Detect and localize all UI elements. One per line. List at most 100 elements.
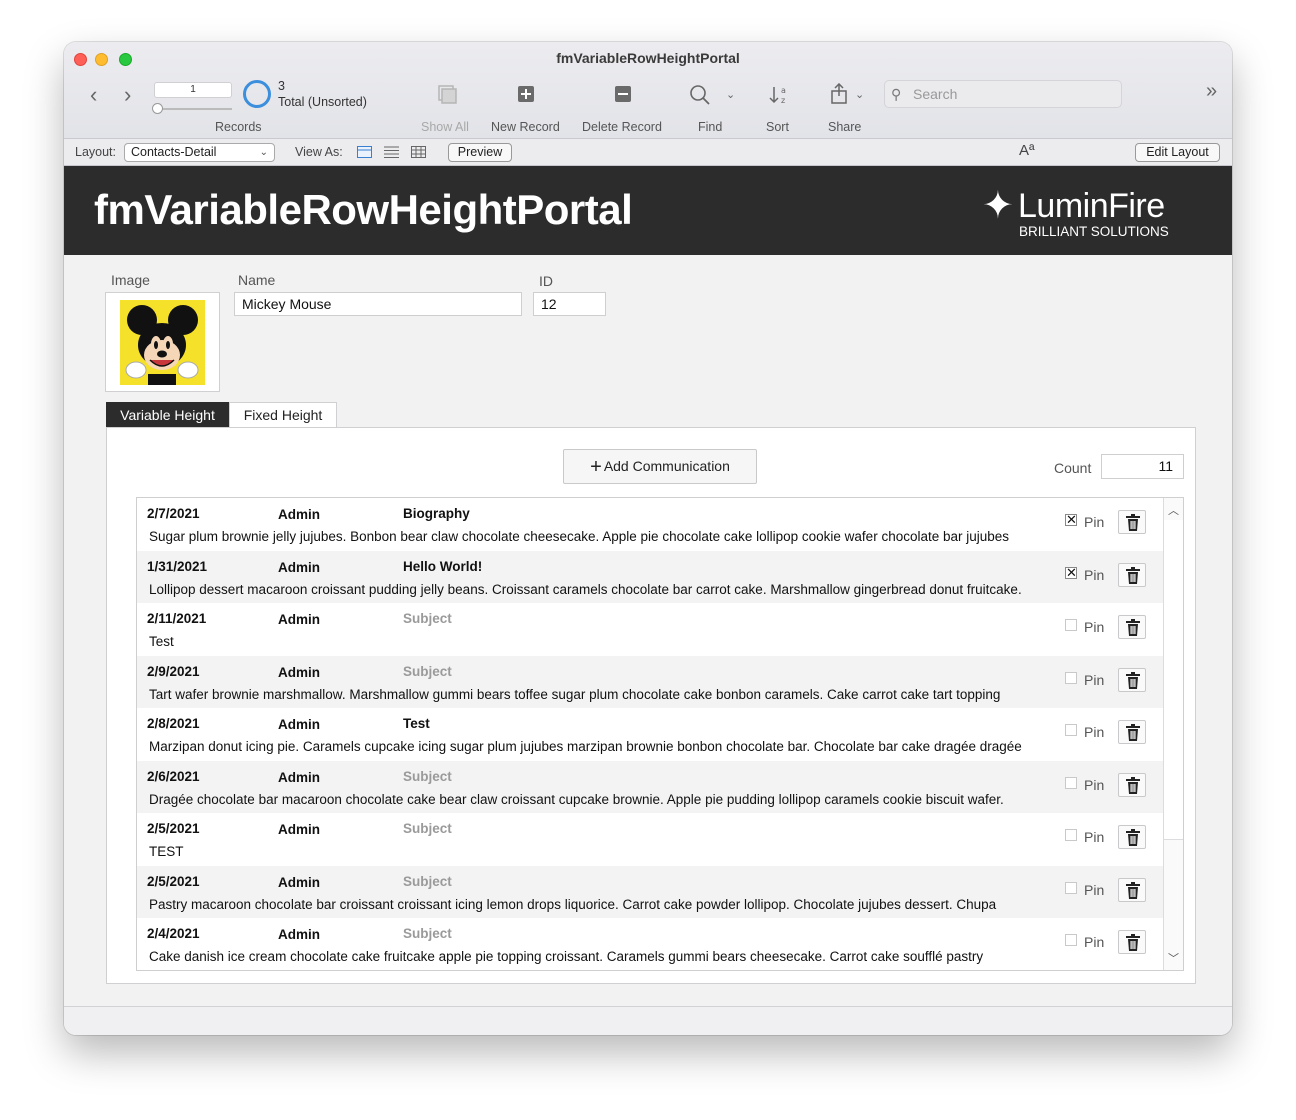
communications-portal[interactable]: 2/7/2021 Admin Biography Sugar plum brownie… bbox=[136, 497, 1184, 971]
pin-checkbox[interactable]: ✕ bbox=[1065, 566, 1077, 579]
scroll-down-icon[interactable]: ﹀ bbox=[1164, 950, 1183, 966]
portal-row[interactable]: 2/6/2021 Admin Subject Dragée chocolate bar… bbox=[137, 761, 1163, 813]
pin-checkbox[interactable]: ✕ bbox=[1065, 513, 1077, 526]
portal-row[interactable]: 2/4/2021 Admin Subject Cake danish ice crea… bbox=[137, 918, 1163, 970]
row-user[interactable]: Admin bbox=[278, 560, 320, 575]
list-view-icon[interactable] bbox=[384, 146, 399, 158]
row-user[interactable]: Admin bbox=[278, 770, 320, 785]
delete-row-button[interactable] bbox=[1118, 563, 1146, 587]
row-date[interactable]: 2/7/2021 bbox=[147, 506, 200, 521]
pin-checkbox[interactable] bbox=[1065, 882, 1077, 894]
sort-icon[interactable]: a z bbox=[769, 84, 791, 106]
row-body[interactable]: Dragée chocolate bar macaroon chocolate … bbox=[149, 792, 1004, 807]
row-date[interactable]: 2/8/2021 bbox=[147, 716, 200, 731]
pin-checkbox[interactable] bbox=[1065, 619, 1077, 631]
delete-row-button[interactable] bbox=[1118, 615, 1146, 639]
row-subject[interactable]: Hello World! bbox=[403, 559, 482, 574]
row-date[interactable]: 2/6/2021 bbox=[147, 769, 200, 784]
next-record-icon[interactable]: › bbox=[124, 82, 131, 108]
share-label[interactable]: Share bbox=[828, 120, 861, 134]
row-subject[interactable]: Subject bbox=[403, 874, 452, 889]
text-formatting-icon[interactable]: Aª bbox=[1019, 142, 1035, 159]
row-subject[interactable]: Subject bbox=[403, 769, 452, 784]
pin-checkbox[interactable] bbox=[1065, 672, 1077, 684]
portal-row[interactable]: 1/31/2021 Admin Hello World! Lollipop desse… bbox=[137, 551, 1163, 603]
portal-row[interactable]: 2/5/2021 Admin Subject Pastry macaroon choc… bbox=[137, 866, 1163, 918]
delete-row-button[interactable] bbox=[1118, 825, 1146, 849]
row-date[interactable]: 2/4/2021 bbox=[147, 926, 200, 941]
delete-row-button[interactable] bbox=[1118, 930, 1146, 954]
portal-row[interactable]: 2/5/2021 Admin Subject TEST Pin bbox=[137, 813, 1163, 865]
previous-record-icon[interactable]: ‹ bbox=[90, 82, 97, 108]
row-user[interactable]: Admin bbox=[278, 875, 320, 890]
find-icon[interactable] bbox=[689, 84, 711, 106]
row-user[interactable]: Admin bbox=[278, 665, 320, 680]
show-all-label[interactable]: Show All bbox=[421, 120, 469, 134]
portal-row[interactable]: 2/9/2021 Admin Subject Tart wafer brownie m… bbox=[137, 656, 1163, 708]
row-date[interactable]: 2/9/2021 bbox=[147, 664, 200, 679]
show-all-icon[interactable] bbox=[436, 84, 458, 104]
preview-button[interactable]: Preview bbox=[448, 143, 512, 162]
delete-row-button[interactable] bbox=[1118, 668, 1146, 692]
row-user[interactable]: Admin bbox=[278, 927, 320, 942]
table-view-icon[interactable] bbox=[411, 146, 426, 158]
portal-row[interactable]: 2/7/2021 Admin Biography Sugar plum brownie… bbox=[137, 498, 1163, 550]
portal-row[interactable]: 2/11/2021 Admin Subject Test Pin bbox=[137, 603, 1163, 655]
new-record-label[interactable]: New Record bbox=[491, 120, 560, 134]
pin-checkbox[interactable] bbox=[1065, 934, 1077, 946]
pin-checkbox[interactable] bbox=[1065, 724, 1077, 736]
row-date[interactable]: 2/5/2021 bbox=[147, 821, 200, 836]
count-field[interactable]: 11 bbox=[1101, 454, 1184, 479]
record-number-field[interactable]: 1 bbox=[154, 82, 232, 98]
delete-row-button[interactable] bbox=[1118, 510, 1146, 534]
edit-layout-button[interactable]: Edit Layout bbox=[1135, 143, 1220, 162]
row-body[interactable]: Marzipan donut icing pie. Caramels cupca… bbox=[149, 739, 1022, 754]
name-field[interactable]: Mickey Mouse bbox=[234, 292, 522, 316]
row-body[interactable]: Sugar plum brownie jelly jujubes. Bonbon… bbox=[149, 529, 1009, 544]
record-slider-knob[interactable] bbox=[152, 103, 163, 114]
tab-variable-height[interactable]: Variable Height bbox=[106, 402, 229, 428]
delete-record-icon[interactable] bbox=[614, 85, 632, 103]
search-input[interactable]: ⚲ Search bbox=[884, 80, 1122, 108]
row-body[interactable]: Lollipop dessert macaroon croissant pudd… bbox=[149, 582, 1022, 597]
row-body[interactable]: Cake danish ice cream chocolate cake fru… bbox=[149, 949, 983, 964]
row-subject[interactable]: Subject bbox=[403, 611, 452, 626]
delete-record-label[interactable]: Delete Record bbox=[582, 120, 662, 134]
row-subject[interactable]: Biography bbox=[403, 506, 470, 521]
add-communication-button[interactable]: + Add Communication bbox=[563, 449, 757, 484]
delete-row-button[interactable] bbox=[1118, 878, 1146, 902]
row-body[interactable]: Test bbox=[149, 634, 174, 649]
row-subject[interactable]: Test bbox=[403, 716, 430, 731]
pin-checkbox[interactable] bbox=[1065, 777, 1077, 789]
row-date[interactable]: 1/31/2021 bbox=[147, 559, 207, 574]
find-menu-chevron-icon[interactable]: ⌄ bbox=[726, 86, 735, 104]
find-label[interactable]: Find bbox=[698, 120, 722, 134]
tab-fixed-height[interactable]: Fixed Height bbox=[229, 402, 337, 428]
delete-row-button[interactable] bbox=[1118, 720, 1146, 744]
layout-select[interactable]: Contacts-Detail ⌄ bbox=[124, 143, 275, 162]
row-body[interactable]: Pastry macaroon chocolate bar croissant … bbox=[149, 897, 996, 912]
new-record-icon[interactable] bbox=[517, 85, 535, 103]
row-user[interactable]: Admin bbox=[278, 507, 320, 522]
delete-row-button[interactable] bbox=[1118, 773, 1146, 797]
row-date[interactable]: 2/5/2021 bbox=[147, 874, 200, 889]
row-body[interactable]: Tart wafer brownie marshmallow. Marshmal… bbox=[149, 687, 1000, 702]
row-subject[interactable]: Subject bbox=[403, 821, 452, 836]
contact-image-container[interactable] bbox=[105, 292, 220, 392]
pin-checkbox[interactable] bbox=[1065, 829, 1077, 841]
scroll-up-icon[interactable]: ︿ bbox=[1164, 502, 1183, 518]
id-field[interactable]: 12 bbox=[533, 292, 606, 316]
row-subject[interactable]: Subject bbox=[403, 926, 452, 941]
row-date[interactable]: 2/11/2021 bbox=[147, 611, 206, 626]
row-user[interactable]: Admin bbox=[278, 612, 320, 627]
sort-label[interactable]: Sort bbox=[766, 120, 789, 134]
record-slider-track[interactable] bbox=[154, 108, 232, 110]
row-user[interactable]: Admin bbox=[278, 822, 320, 837]
share-icon[interactable] bbox=[830, 83, 850, 105]
form-view-icon[interactable] bbox=[357, 146, 372, 158]
portal-scrollbar[interactable]: ︿ ﹀ bbox=[1163, 498, 1183, 970]
portal-row[interactable]: 2/8/2021 Admin Test Marzipan donut icing pi… bbox=[137, 708, 1163, 760]
toolbar-overflow-icon[interactable]: » bbox=[1206, 81, 1217, 101]
row-user[interactable]: Admin bbox=[278, 717, 320, 732]
share-menu-chevron-icon[interactable]: ⌄ bbox=[855, 86, 864, 104]
